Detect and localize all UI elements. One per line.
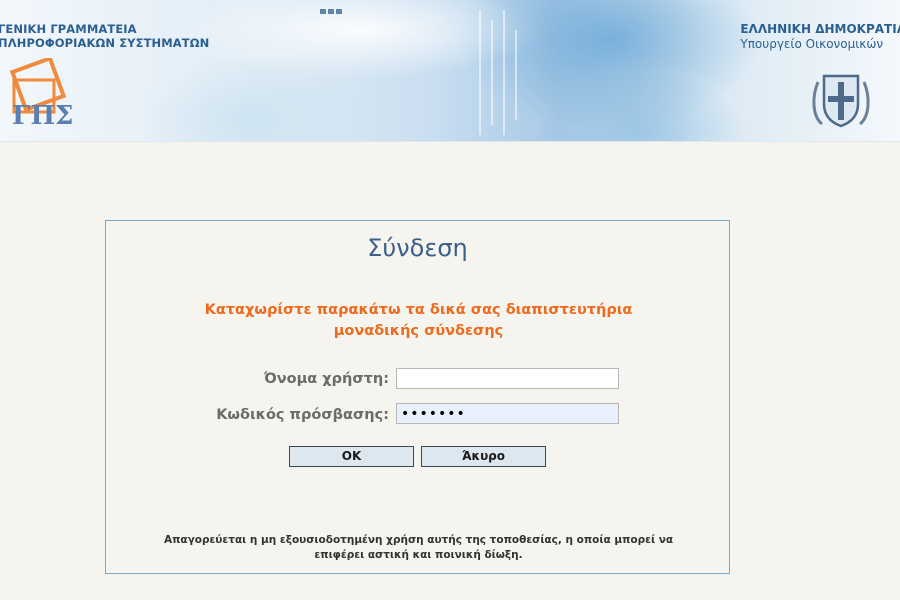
ministry-title-line1: ΕΛΛΗΝΙΚΗ ΔΗΜΟΚΡΑΤΙΑ [740,22,900,36]
decorative-light-streaks [479,10,517,135]
password-input[interactable] [396,403,619,424]
ministry-title: ΕΛΛΗΝΙΚΗ ΔΗΜΟΚΡΑΤΙΑ Υπουργείο Οικονομικώ… [740,22,900,51]
gsis-logo-icon: ΓΠΣ [9,58,73,130]
greek-coat-of-arms-icon [812,74,870,128]
legal-disclaimer: Απαγορεύεται η μη εξουσιοδοτημένη χρήση … [126,533,711,563]
login-title: Σύνδεση [367,234,468,262]
instructions-line1: Καταχωρίστε παρακάτω τα δικά σας διαπιστ… [204,302,633,318]
username-label: Όνομα χρήστη: [263,371,389,387]
login-panel: Σύνδεση Καταχωρίστε παρακάτω τα δικά σας… [105,220,730,574]
ministry-title-line2: Υπουργείο Οικονομικών [740,37,884,51]
header-banner: ΓΕΝΙΚΗ ΓΡΑΜΜΑΤΕΙΑ ΠΛΗΡΟΦΟΡΙΑΚΩΝ ΣΥΣΤΗΜΑΤ… [0,0,900,142]
ok-button[interactable]: OK [289,446,414,467]
login-instructions: Καταχωρίστε παρακάτω τα δικά σας διαπιστ… [146,300,691,342]
cancel-button[interactable]: Άκυρο [421,446,546,467]
disclaimer-line1: Απαγορεύεται η μη εξουσιοδοτημένη χρήση … [163,534,674,546]
gsis-title-line1: ΓΕΝΙΚΗ ΓΡΑΜΜΑΤΕΙΑ [0,22,137,36]
instructions-line2: μοναδικής σύνδεσης [333,323,504,339]
decorative-dots [320,9,342,14]
gsis-title-line2: ΠΛΗΡΟΦΟΡΙΑΚΩΝ ΣΥΣΤΗΜΑΤΩΝ [0,36,210,50]
gsis-title: ΓΕΝΙΚΗ ΓΡΑΜΜΑΤΕΙΑ ΠΛΗΡΟΦΟΡΙΑΚΩΝ ΣΥΣΤΗΜΑΤ… [0,22,209,50]
svg-text:ΓΠΣ: ΓΠΣ [12,101,73,130]
username-input[interactable] [396,368,619,389]
disclaimer-line2: επιφέρει αστική και ποινική δίωξη. [314,549,523,561]
password-label: Κωδικός πρόσβασης: [216,407,389,423]
